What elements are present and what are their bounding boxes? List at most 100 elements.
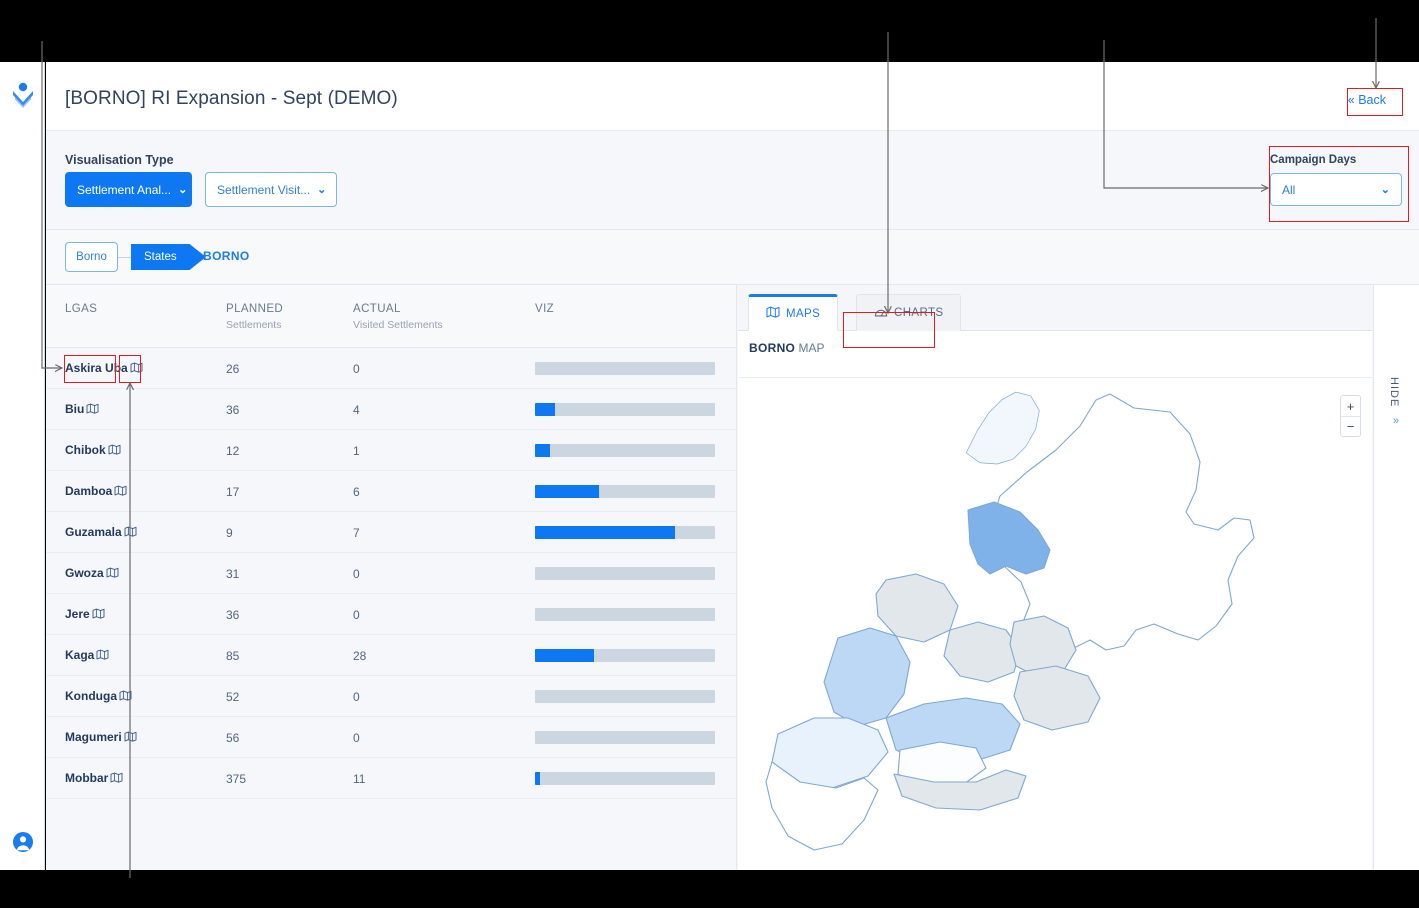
settlement-visit-value: Settlement Visit...	[217, 182, 311, 197]
actual-value: 4	[353, 403, 360, 417]
table-row[interactable]: Gwoza 31 0	[46, 553, 736, 594]
breadcrumb-current: BORNO	[203, 249, 250, 263]
table-row[interactable]: Konduga 52 0	[46, 676, 736, 717]
campaign-days-value: All	[1282, 182, 1296, 197]
map-canvas[interactable]: + −	[738, 378, 1372, 870]
table-row[interactable]: Jere 36 0	[46, 594, 736, 635]
lga-name[interactable]: Magumeri	[65, 730, 122, 744]
breadcrumb-level-states[interactable]: States	[131, 244, 206, 270]
lga-map-icon[interactable]	[119, 688, 132, 706]
table-row[interactable]: Chibok 12 1	[46, 430, 736, 471]
table-row[interactable]: Damboa 17 6	[46, 471, 736, 512]
actual-value: 0	[353, 567, 360, 581]
chevron-down-icon: ⌄	[178, 184, 188, 196]
borno-choropleth-map[interactable]	[738, 378, 1372, 870]
visualisation-type-select[interactable]: Settlement Anal... ⌄	[65, 172, 192, 207]
settlement-visit-select[interactable]: Settlement Visit... ⌄	[205, 172, 337, 207]
actual-value: 7	[353, 526, 360, 540]
lga-name[interactable]: Damboa	[65, 484, 112, 498]
tab-charts[interactable]: CHARTS	[856, 294, 962, 331]
table-row[interactable]: Kaga 85 28	[46, 635, 736, 676]
lga-name[interactable]: Guzamala	[65, 525, 122, 539]
lga-name[interactable]: Mobbar	[65, 771, 108, 785]
tab-charts-label: CHARTS	[894, 307, 944, 319]
planned-value: 375	[226, 772, 247, 786]
lga-name[interactable]: Chibok	[65, 443, 106, 457]
planned-value: 17	[226, 485, 240, 499]
lga-name[interactable]: Biu	[65, 402, 84, 416]
progress-bar-fill	[535, 649, 595, 662]
left-icon-rail	[0, 62, 45, 870]
planned-value: 12	[226, 444, 240, 458]
actual-value: 0	[353, 731, 360, 745]
map-zoom-controls[interactable]: + −	[1340, 395, 1361, 437]
progress-bar-track	[535, 485, 715, 498]
lga-map-icon[interactable]	[124, 729, 137, 747]
lga-name[interactable]: Gwoza	[65, 566, 104, 580]
actual-value: 28	[353, 649, 367, 663]
column-header-actual: ACTUAL	[353, 303, 401, 315]
progress-bar-track	[535, 403, 715, 416]
lga-map-icon[interactable]	[86, 401, 99, 419]
planned-value: 85	[226, 649, 240, 663]
lga-name[interactable]: Askira Uba	[65, 361, 128, 375]
progress-bar-fill	[535, 772, 541, 785]
planned-value: 26	[226, 362, 240, 376]
visualisation-type-label: Visualisation Type	[65, 153, 174, 167]
lga-map-icon[interactable]	[92, 606, 105, 624]
back-button[interactable]: « Back	[1338, 90, 1395, 110]
planned-value: 9	[226, 526, 233, 540]
app-logo-icon[interactable]	[11, 82, 35, 110]
map-icon	[766, 306, 780, 321]
zoom-in-button[interactable]: +	[1341, 396, 1360, 416]
map-caption-suffix: MAP	[795, 341, 825, 355]
actual-value: 0	[353, 362, 360, 376]
app-window: [BORNO] RI Expansion - Sept (DEMO) « Bac…	[46, 62, 1419, 870]
campaign-days-label: Campaign Days	[1270, 154, 1357, 166]
table-row[interactable]: Guzamala 9 7	[46, 512, 736, 553]
lga-map-icon[interactable]	[110, 770, 123, 788]
tab-maps[interactable]: MAPS	[748, 294, 839, 331]
chevron-right-icon[interactable]: »	[1393, 415, 1399, 427]
breadcrumb-chip-borno[interactable]: Borno	[65, 242, 118, 272]
table-row[interactable]: Biu 36 4	[46, 389, 736, 430]
table-body: Askira Uba 26 0 Biu 36 4 Chibok 12 1 Damboa 17 6 Guz…	[46, 348, 736, 811]
actual-value: 0	[353, 690, 360, 704]
lga-map-icon[interactable]	[96, 647, 109, 665]
tab-maps-label: MAPS	[786, 307, 821, 320]
lga-map-icon[interactable]	[124, 524, 137, 542]
progress-bar-track	[535, 362, 715, 375]
column-subheader-actual: Visited Settlements	[353, 319, 443, 331]
planned-value: 56	[226, 731, 240, 745]
user-account-icon[interactable]	[12, 831, 34, 853]
hide-panel-rail: HIDE »	[1373, 285, 1419, 870]
breadcrumb: Borno States BORNO	[46, 230, 1419, 285]
campaign-days-select[interactable]: All ⌄	[1270, 173, 1402, 206]
lga-map-icon[interactable]	[108, 442, 121, 460]
table-row[interactable]: Magumeri 56 0	[46, 717, 736, 758]
panel-tabstrip: MAPS CHARTS	[738, 285, 1372, 331]
lga-map-icon[interactable]	[106, 565, 119, 583]
chevron-down-icon: ⌄	[317, 184, 327, 196]
planned-value: 52	[226, 690, 240, 704]
lga-map-icon[interactable]	[130, 360, 143, 378]
column-subheader-planned: Settlements	[226, 319, 282, 331]
visualisation-type-value: Settlement Anal...	[77, 182, 172, 197]
progress-bar-fill	[535, 403, 555, 416]
table-row[interactable]: Askira Uba 26 0	[46, 348, 736, 389]
progress-bar-track	[535, 608, 715, 621]
table-row[interactable]: Mobbar 375 11	[46, 758, 736, 799]
hide-panel-label[interactable]: HIDE	[1388, 377, 1400, 407]
lga-map-icon[interactable]	[114, 483, 127, 501]
map-caption: BORNO MAP	[749, 341, 825, 355]
zoom-out-button[interactable]: −	[1341, 416, 1360, 436]
progress-bar-track	[535, 567, 715, 580]
planned-value: 31	[226, 567, 240, 581]
column-header-lgas: LGAS	[65, 303, 98, 315]
screenshot-root: [BORNO] RI Expansion - Sept (DEMO) « Bac…	[0, 0, 1419, 908]
actual-value: 11	[353, 772, 366, 786]
lga-name[interactable]: Jere	[65, 607, 90, 621]
actual-value: 6	[353, 485, 360, 499]
lga-name[interactable]: Kaga	[65, 648, 94, 662]
lga-name[interactable]: Konduga	[65, 689, 117, 703]
